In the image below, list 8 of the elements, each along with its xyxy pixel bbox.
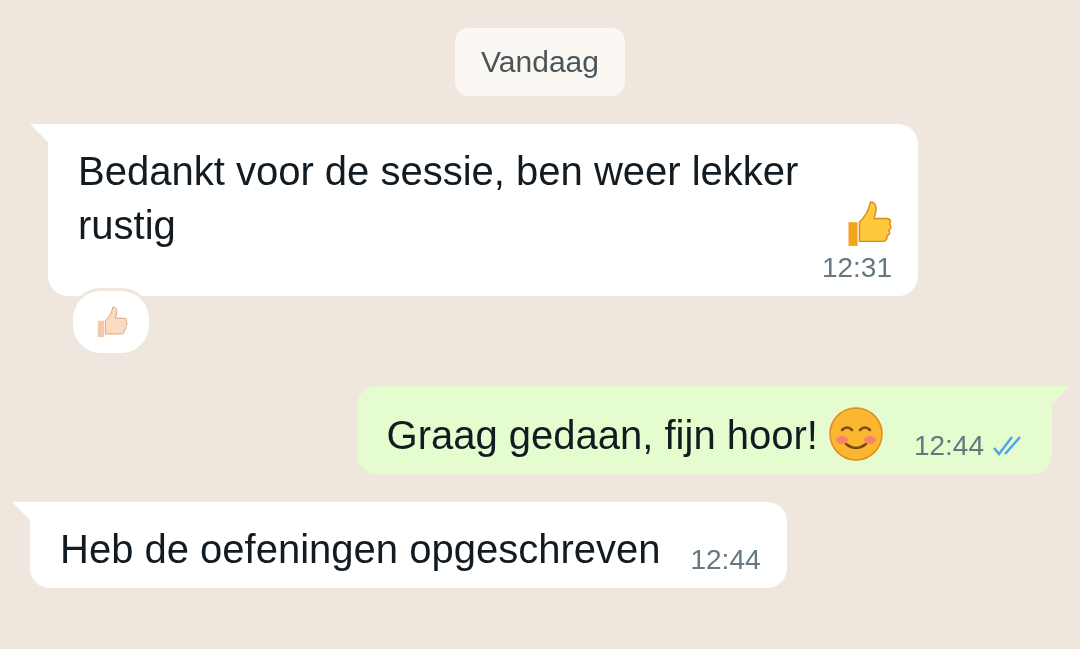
message-text: Graag gedaan, fijn hoor! — [386, 412, 818, 459]
date-chip: Vandaag — [455, 28, 625, 96]
message-text: Bedankt voor de sessie, ben weer lekker rustig — [78, 148, 800, 249]
message-time: 12:31 — [821, 252, 892, 284]
message-time: 12:44 — [913, 430, 984, 462]
smiling-face-icon — [827, 406, 884, 462]
message-time: 12:44 — [690, 544, 761, 576]
message-text: Heb de oefeningen opgeschreven — [60, 526, 661, 573]
